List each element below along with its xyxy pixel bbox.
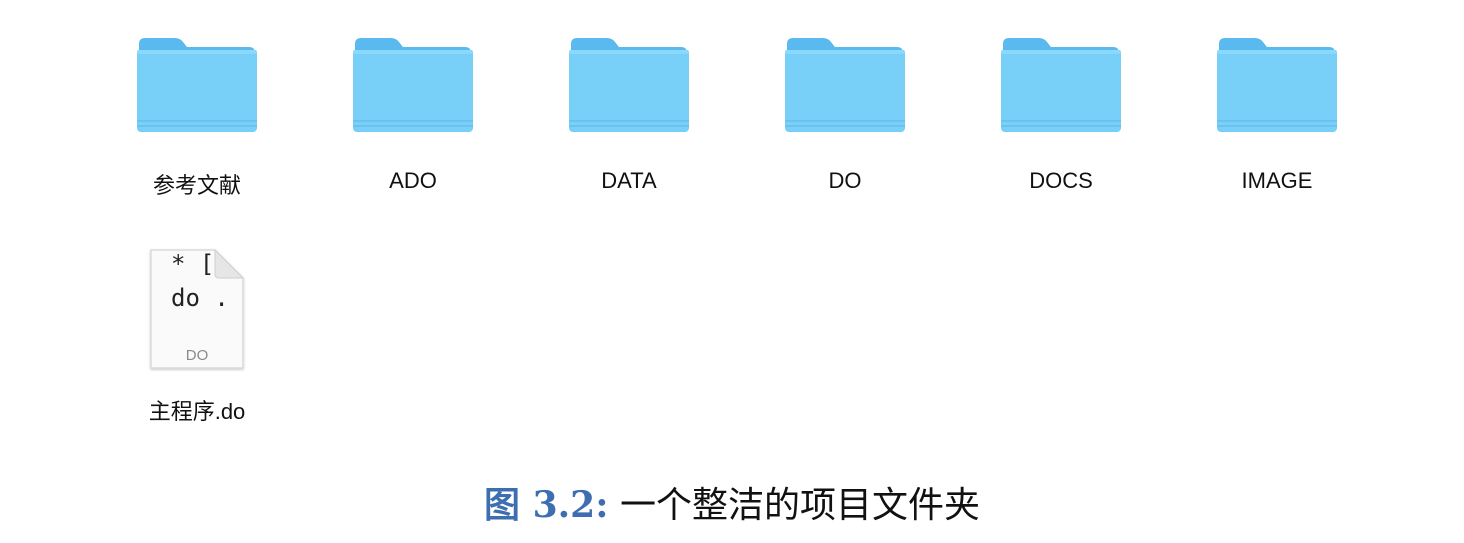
- folder-item-references[interactable]: 参考文献: [97, 34, 297, 200]
- folder-item-data[interactable]: DATA: [529, 34, 729, 194]
- figure-caption: 图 3.2: 一个整洁的项目文件夹: [0, 476, 1464, 528]
- folder-icon: [569, 38, 689, 132]
- folder-label: DO: [828, 168, 862, 193]
- folder-icon: [353, 38, 473, 132]
- folder-contents-view: 参考文献 ADO DATA DO DOCS IMAGE * [do . DO …: [0, 0, 1464, 460]
- file-item-main-do[interactable]: * [ do . DO 主程序.do: [97, 248, 297, 426]
- folder-icon: [1001, 38, 1121, 132]
- folder-item-ado[interactable]: ADO: [313, 34, 513, 194]
- folder-item-docs[interactable]: DOCS: [961, 34, 1161, 194]
- preview-line-2: do .: [171, 284, 229, 312]
- folder-label: DATA: [601, 168, 657, 193]
- figure-caption-text: 一个整洁的项目文件夹: [619, 485, 980, 526]
- folder-item-do[interactable]: DO: [745, 34, 945, 194]
- stata-do-file-icon: * [ do . DO: [150, 248, 245, 369]
- folder-label: ADO: [389, 168, 437, 193]
- folder-icon: [137, 38, 257, 132]
- folder-label: 参考文献: [152, 173, 241, 198]
- figure-number: 图 3.2:: [484, 484, 609, 526]
- file-type-badge: DO: [186, 347, 209, 364]
- preview-line-1: * [: [171, 250, 214, 278]
- folder-icon: [785, 38, 905, 132]
- file-label: 主程序.do: [148, 399, 246, 424]
- folder-item-image[interactable]: IMAGE: [1177, 34, 1377, 194]
- folder-label: IMAGE: [1241, 168, 1313, 193]
- folder-icon: [1217, 38, 1337, 132]
- folder-label: DOCS: [1029, 168, 1093, 193]
